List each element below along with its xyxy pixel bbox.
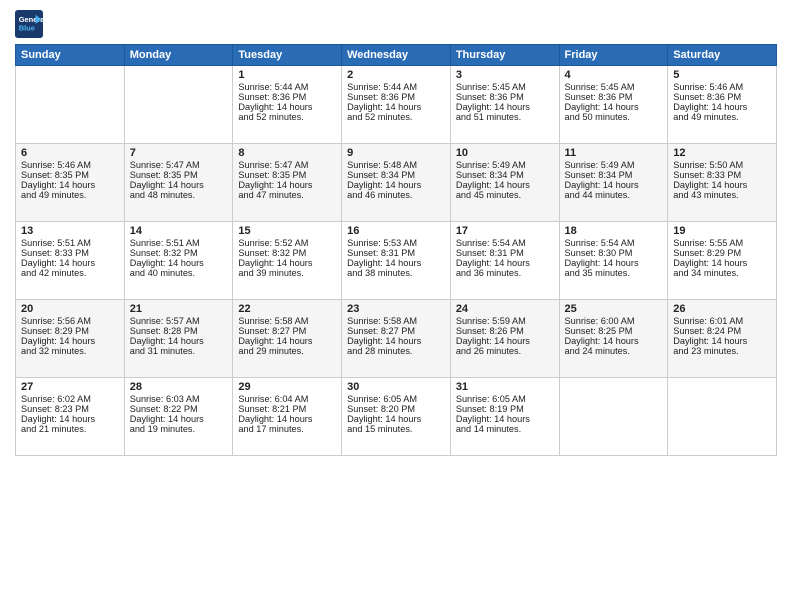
day-number: 25 xyxy=(565,303,663,315)
calendar-cell: 9Sunrise: 5:48 AMSunset: 8:34 PMDaylight… xyxy=(342,144,451,222)
calendar-cell: 15Sunrise: 5:52 AMSunset: 8:32 PMDayligh… xyxy=(233,222,342,300)
calendar-cell: 20Sunrise: 5:56 AMSunset: 8:29 PMDayligh… xyxy=(16,300,125,378)
day-number: 2 xyxy=(347,69,445,81)
day-number: 23 xyxy=(347,303,445,315)
day-number: 27 xyxy=(21,381,119,393)
day-number: 24 xyxy=(456,303,554,315)
day-number: 7 xyxy=(130,147,228,159)
calendar-cell: 28Sunrise: 6:03 AMSunset: 8:22 PMDayligh… xyxy=(124,378,233,456)
week-row-4: 20Sunrise: 5:56 AMSunset: 8:29 PMDayligh… xyxy=(16,300,777,378)
calendar-cell: 25Sunrise: 6:00 AMSunset: 8:25 PMDayligh… xyxy=(559,300,668,378)
calendar-cell: 5Sunrise: 5:46 AMSunset: 8:36 PMDaylight… xyxy=(668,66,777,144)
day-number: 4 xyxy=(565,69,663,81)
calendar-cell: 12Sunrise: 5:50 AMSunset: 8:33 PMDayligh… xyxy=(668,144,777,222)
svg-text:Blue: Blue xyxy=(19,24,35,33)
week-row-5: 27Sunrise: 6:02 AMSunset: 8:23 PMDayligh… xyxy=(16,378,777,456)
day-number: 26 xyxy=(673,303,771,315)
calendar-table: SundayMondayTuesdayWednesdayThursdayFrid… xyxy=(15,44,777,456)
day-number: 21 xyxy=(130,303,228,315)
week-row-2: 6Sunrise: 5:46 AMSunset: 8:35 PMDaylight… xyxy=(16,144,777,222)
day-number: 29 xyxy=(238,381,336,393)
day-number: 13 xyxy=(21,225,119,237)
day-number: 1 xyxy=(238,69,336,81)
calendar-cell: 17Sunrise: 5:54 AMSunset: 8:31 PMDayligh… xyxy=(450,222,559,300)
calendar-cell: 13Sunrise: 5:51 AMSunset: 8:33 PMDayligh… xyxy=(16,222,125,300)
day-number: 16 xyxy=(347,225,445,237)
calendar-body: 1Sunrise: 5:44 AMSunset: 8:36 PMDaylight… xyxy=(16,66,777,456)
day-number: 22 xyxy=(238,303,336,315)
calendar-cell: 16Sunrise: 5:53 AMSunset: 8:31 PMDayligh… xyxy=(342,222,451,300)
day-header-wednesday: Wednesday xyxy=(342,45,451,66)
calendar-cell: 22Sunrise: 5:58 AMSunset: 8:27 PMDayligh… xyxy=(233,300,342,378)
day-number: 18 xyxy=(565,225,663,237)
day-number: 17 xyxy=(456,225,554,237)
day-number: 8 xyxy=(238,147,336,159)
calendar-cell: 11Sunrise: 5:49 AMSunset: 8:34 PMDayligh… xyxy=(559,144,668,222)
calendar-cell: 6Sunrise: 5:46 AMSunset: 8:35 PMDaylight… xyxy=(16,144,125,222)
day-number: 9 xyxy=(347,147,445,159)
calendar-cell xyxy=(668,378,777,456)
day-header-saturday: Saturday xyxy=(668,45,777,66)
calendar-cell: 18Sunrise: 5:54 AMSunset: 8:30 PMDayligh… xyxy=(559,222,668,300)
day-number: 19 xyxy=(673,225,771,237)
calendar-cell: 7Sunrise: 5:47 AMSunset: 8:35 PMDaylight… xyxy=(124,144,233,222)
day-header-friday: Friday xyxy=(559,45,668,66)
day-header-thursday: Thursday xyxy=(450,45,559,66)
calendar-cell: 14Sunrise: 5:51 AMSunset: 8:32 PMDayligh… xyxy=(124,222,233,300)
day-number: 11 xyxy=(565,147,663,159)
calendar-cell xyxy=(16,66,125,144)
logo-icon: General Blue xyxy=(15,10,43,38)
calendar-header-row: SundayMondayTuesdayWednesdayThursdayFrid… xyxy=(16,45,777,66)
logo: General Blue xyxy=(15,10,43,38)
page: General Blue SundayMondayTuesdayWednesda… xyxy=(0,0,792,612)
week-row-3: 13Sunrise: 5:51 AMSunset: 8:33 PMDayligh… xyxy=(16,222,777,300)
calendar-cell: 8Sunrise: 5:47 AMSunset: 8:35 PMDaylight… xyxy=(233,144,342,222)
calendar-cell: 31Sunrise: 6:05 AMSunset: 8:19 PMDayligh… xyxy=(450,378,559,456)
calendar-cell: 24Sunrise: 5:59 AMSunset: 8:26 PMDayligh… xyxy=(450,300,559,378)
calendar-cell: 3Sunrise: 5:45 AMSunset: 8:36 PMDaylight… xyxy=(450,66,559,144)
calendar-cell: 10Sunrise: 5:49 AMSunset: 8:34 PMDayligh… xyxy=(450,144,559,222)
day-number: 14 xyxy=(130,225,228,237)
day-number: 6 xyxy=(21,147,119,159)
calendar-cell: 1Sunrise: 5:44 AMSunset: 8:36 PMDaylight… xyxy=(233,66,342,144)
calendar-cell: 21Sunrise: 5:57 AMSunset: 8:28 PMDayligh… xyxy=(124,300,233,378)
day-number: 12 xyxy=(673,147,771,159)
day-number: 28 xyxy=(130,381,228,393)
day-number: 30 xyxy=(347,381,445,393)
day-number: 3 xyxy=(456,69,554,81)
calendar-cell xyxy=(559,378,668,456)
calendar-cell xyxy=(124,66,233,144)
calendar-cell: 27Sunrise: 6:02 AMSunset: 8:23 PMDayligh… xyxy=(16,378,125,456)
day-number: 10 xyxy=(456,147,554,159)
calendar-cell: 19Sunrise: 5:55 AMSunset: 8:29 PMDayligh… xyxy=(668,222,777,300)
calendar-cell: 30Sunrise: 6:05 AMSunset: 8:20 PMDayligh… xyxy=(342,378,451,456)
week-row-1: 1Sunrise: 5:44 AMSunset: 8:36 PMDaylight… xyxy=(16,66,777,144)
day-number: 15 xyxy=(238,225,336,237)
day-number: 31 xyxy=(456,381,554,393)
day-number: 20 xyxy=(21,303,119,315)
calendar-cell: 2Sunrise: 5:44 AMSunset: 8:36 PMDaylight… xyxy=(342,66,451,144)
calendar-cell: 23Sunrise: 5:58 AMSunset: 8:27 PMDayligh… xyxy=(342,300,451,378)
calendar-cell: 29Sunrise: 6:04 AMSunset: 8:21 PMDayligh… xyxy=(233,378,342,456)
day-header-sunday: Sunday xyxy=(16,45,125,66)
day-header-monday: Monday xyxy=(124,45,233,66)
day-number: 5 xyxy=(673,69,771,81)
calendar-cell: 4Sunrise: 5:45 AMSunset: 8:36 PMDaylight… xyxy=(559,66,668,144)
day-header-tuesday: Tuesday xyxy=(233,45,342,66)
calendar-cell: 26Sunrise: 6:01 AMSunset: 8:24 PMDayligh… xyxy=(668,300,777,378)
header: General Blue xyxy=(15,10,777,38)
